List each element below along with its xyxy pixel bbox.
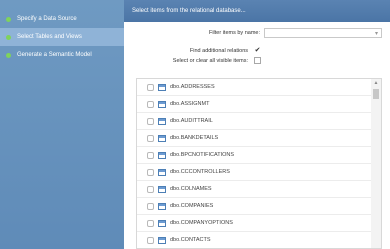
find-relations-label: Find additional relations (189, 48, 248, 54)
item-checkbox[interactable] (147, 117, 154, 125)
step-label: Specify a Data Source (17, 16, 77, 22)
table-list: dbo.ADDRESSES dbo.ASSIGNMT dbo.AUDITTRAI… (136, 78, 382, 249)
step-status-icon (6, 34, 11, 40)
wizard-window: Specify a Data Source Select Tables and … (0, 0, 390, 249)
list-scrollbar[interactable]: ▲ (371, 79, 381, 248)
filter-input[interactable]: ▾ (264, 28, 382, 38)
step-specify-data-source[interactable]: Specify a Data Source (0, 10, 124, 28)
list-item[interactable]: dbo.ASSIGNMT (137, 96, 371, 113)
step-status-icon (6, 52, 11, 58)
table-icon (158, 100, 166, 108)
item-label: dbo.CCCONTROLLERS (170, 169, 230, 175)
list-item[interactable]: dbo.COMPANIES (137, 198, 371, 215)
item-label: dbo.BPCNOTIFICATIONS (170, 152, 235, 158)
item-checkbox[interactable] (147, 168, 154, 176)
list-item[interactable]: dbo.ADDRESSES (137, 79, 371, 96)
item-label: dbo.ADDRESSES (170, 84, 215, 90)
list-item[interactable]: dbo.CONTACTS (137, 232, 371, 248)
table-icon (158, 202, 166, 210)
item-checkbox[interactable] (147, 236, 154, 244)
table-icon (158, 117, 166, 125)
item-label: dbo.ASSIGNMT (170, 101, 210, 107)
step-generate-semantic-model[interactable]: Generate a Semantic Model (0, 46, 124, 64)
step-select-tables-views[interactable]: Select Tables and Views (0, 28, 124, 46)
select-all-label: Select or clear all visible items: (172, 58, 248, 64)
step-status-icon (6, 16, 11, 22)
list-item[interactable]: dbo.BPCNOTIFICATIONS (137, 147, 371, 164)
item-checkbox[interactable] (147, 202, 154, 210)
wizard-steps-sidebar: Specify a Data Source Select Tables and … (0, 0, 124, 249)
table-icon (158, 219, 166, 227)
list-item[interactable]: dbo.COMPANYOPTIONS (137, 215, 371, 232)
table-icon (158, 185, 166, 193)
list-item[interactable]: dbo.COLNAMES (137, 181, 371, 198)
table-icon (158, 83, 166, 91)
item-label: dbo.COLNAMES (170, 186, 212, 192)
item-label: dbo.COMPANIES (170, 203, 214, 209)
scroll-thumb[interactable] (373, 89, 379, 99)
step-label: Select Tables and Views (17, 34, 82, 40)
filter-label: Filter items by name: (208, 30, 260, 36)
item-checkbox[interactable] (147, 134, 154, 142)
chevron-down-icon[interactable]: ▾ (375, 30, 378, 37)
item-checkbox[interactable] (147, 100, 154, 108)
find-relations-checkbox[interactable]: ✔ (254, 47, 261, 54)
item-label: dbo.BANKDETAILS (170, 135, 219, 141)
list-item[interactable]: dbo.AUDITTRAIL (137, 113, 371, 130)
item-checkbox[interactable] (147, 83, 154, 91)
table-icon (158, 151, 166, 159)
table-icon (158, 168, 166, 176)
item-checkbox[interactable] (147, 151, 154, 159)
item-checkbox[interactable] (147, 185, 154, 193)
item-checkbox[interactable] (147, 219, 154, 227)
list-item[interactable]: dbo.BANKDETAILS (137, 130, 371, 147)
item-label: dbo.CONTACTS (170, 237, 211, 243)
step-content-panel: Select items from the relational databas… (124, 0, 390, 249)
table-icon (158, 134, 166, 142)
panel-header: Select items from the relational databas… (124, 0, 390, 22)
item-label: dbo.AUDITTRAIL (170, 118, 213, 124)
table-icon (158, 236, 166, 244)
scroll-up-icon[interactable]: ▲ (371, 79, 381, 87)
list-item[interactable]: dbo.CCCONTROLLERS (137, 164, 371, 181)
item-label: dbo.COMPANYOPTIONS (170, 220, 233, 226)
step-label: Generate a Semantic Model (17, 52, 92, 58)
select-all-checkbox[interactable] (254, 57, 261, 64)
